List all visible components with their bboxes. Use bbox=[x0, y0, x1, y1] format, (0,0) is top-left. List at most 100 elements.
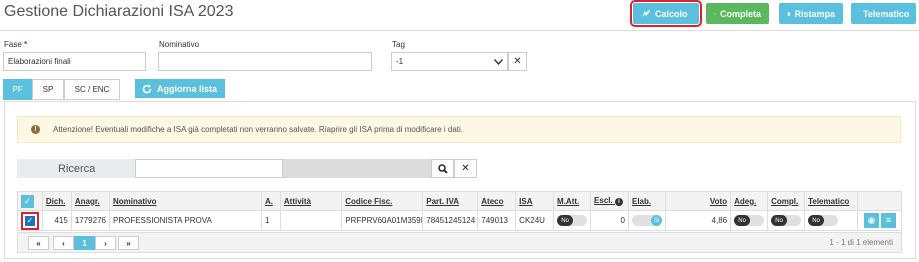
col-m-att[interactable]: M.Att. bbox=[553, 191, 592, 211]
eye-icon: ◉ bbox=[867, 215, 876, 226]
col-a[interactable]: A. bbox=[260, 191, 281, 211]
col-part-iva[interactable]: Part. IVA bbox=[422, 191, 479, 211]
m-att-value: No bbox=[557, 215, 574, 227]
row-select-cell[interactable]: ✓ bbox=[17, 210, 43, 231]
select-all-header[interactable]: ✓ bbox=[17, 191, 43, 211]
row-checkbox[interactable]: ✓ bbox=[20, 211, 39, 230]
col-elab[interactable]: Elab. bbox=[628, 191, 666, 211]
col-ateco[interactable]: Ateco bbox=[477, 191, 517, 211]
exclamation-icon: ! bbox=[31, 125, 40, 134]
search-label: Ricerca bbox=[17, 159, 135, 178]
alert-text: Attenzione! Eventuali modifiche a ISA gi… bbox=[53, 125, 463, 134]
col-dich[interactable]: Dich. bbox=[41, 191, 72, 211]
select-all-checkbox[interactable]: ✓ bbox=[21, 194, 34, 208]
cell-codice-fisc: PRFPRV60A01M359I bbox=[341, 210, 424, 231]
next-page-button[interactable]: › bbox=[95, 236, 116, 250]
document-icon bbox=[787, 11, 791, 16]
nominativo-input[interactable] bbox=[158, 52, 372, 71]
pagination-info: 1 - 1 di 1 elementi bbox=[829, 238, 893, 247]
col-telematico[interactable]: Telematico bbox=[804, 191, 858, 211]
divider bbox=[0, 30, 919, 31]
cell-voto: 4,86 bbox=[664, 210, 732, 231]
calcolo-button[interactable]: Calcolo bbox=[630, 0, 702, 27]
search-field-secondary bbox=[283, 159, 431, 178]
tag-select[interactable]: -1 bbox=[391, 52, 508, 71]
ristampa-button[interactable]: Ristampa bbox=[779, 3, 843, 24]
search-input[interactable] bbox=[135, 159, 283, 178]
aggiorna-label: Aggiorna lista bbox=[157, 83, 218, 94]
search-icon bbox=[437, 163, 448, 174]
col-voto[interactable]: Voto bbox=[664, 191, 732, 211]
cell-adeg[interactable]: No bbox=[730, 210, 769, 231]
calculator-icon bbox=[642, 9, 650, 17]
cell-compl[interactable]: No bbox=[767, 210, 806, 231]
chevron-down-icon bbox=[494, 58, 503, 65]
col-isa[interactable]: ISA bbox=[515, 191, 555, 211]
warning-alert: ! Attenzione! Eventuali modifiche a ISA … bbox=[17, 116, 901, 143]
cell-m-att[interactable]: No bbox=[553, 210, 592, 231]
fase-label-wrap: Fase * bbox=[4, 40, 27, 49]
escl-label: Escl. bbox=[594, 196, 613, 205]
adeg-value: No bbox=[734, 215, 751, 227]
calcolo-label: Calcolo bbox=[655, 8, 688, 19]
col-attivita[interactable]: Attività bbox=[279, 191, 343, 211]
elab-toggle[interactable]: Si bbox=[632, 215, 662, 227]
current-page-button[interactable]: 1 bbox=[74, 236, 95, 250]
cell-escl: 0 bbox=[590, 210, 629, 231]
col-anagr[interactable]: Anagr. bbox=[70, 191, 110, 211]
cell-telematico[interactable]: No bbox=[804, 210, 858, 231]
tab-pf[interactable]: PF bbox=[3, 79, 32, 100]
info-icon: i bbox=[614, 198, 623, 206]
cell-attivita bbox=[279, 210, 343, 231]
col-actions bbox=[856, 191, 903, 211]
cell-elab[interactable]: Si bbox=[628, 210, 666, 231]
close-icon: ✕ bbox=[461, 163, 470, 174]
completa-label: Completa bbox=[719, 8, 761, 19]
check-icon bbox=[714, 12, 716, 15]
tab-sp[interactable]: SP bbox=[32, 79, 64, 100]
telematico-label: Telematico bbox=[863, 8, 910, 19]
tag-label: Tag bbox=[392, 40, 405, 49]
cell-a: 1 bbox=[260, 210, 281, 231]
col-compl[interactable]: Compl. bbox=[767, 191, 806, 211]
refresh-icon bbox=[142, 84, 152, 93]
fase-select[interactable]: Elaborazioni finali bbox=[3, 52, 146, 71]
cell-part-iva: 78451245124 bbox=[422, 210, 479, 231]
cell-anagr: 1779276 bbox=[70, 210, 110, 231]
view-button[interactable]: ◉ bbox=[864, 213, 879, 229]
table-row[interactable]: ✓ 415 1779276 PROFESSIONISTA PROVA 1 PRF… bbox=[17, 210, 903, 231]
tab-sc-enc[interactable]: SC / ENC bbox=[64, 79, 120, 100]
col-codice-fisc[interactable]: Codice Fisc. bbox=[341, 191, 424, 211]
telematico-button[interactable]: Telematico bbox=[851, 3, 916, 24]
menu-icon: ≡ bbox=[885, 215, 892, 226]
page-title: Gestione Dichiarazioni ISA 2023 bbox=[4, 3, 234, 20]
search-clear-button[interactable]: ✕ bbox=[454, 159, 477, 178]
elab-value: Si bbox=[651, 215, 662, 227]
required-mark: * bbox=[24, 40, 28, 49]
compl-value: No bbox=[771, 215, 788, 227]
m-att-toggle[interactable]: No bbox=[557, 215, 588, 227]
fase-label: Fase bbox=[4, 40, 22, 49]
menu-button[interactable]: ≡ bbox=[881, 212, 896, 228]
cell-actions: ◉ ≡ bbox=[856, 210, 903, 231]
search-button[interactable] bbox=[431, 159, 454, 178]
cell-ateco: 749013 bbox=[477, 210, 517, 231]
tag-clear-button[interactable]: ✕ bbox=[508, 52, 527, 71]
compl-toggle[interactable]: No bbox=[771, 215, 802, 227]
search-bar: Ricerca ✕ bbox=[17, 159, 477, 178]
telematico-value: No bbox=[808, 215, 825, 227]
col-adeg[interactable]: Adeg. bbox=[730, 191, 769, 211]
completa-button[interactable]: Completa bbox=[706, 3, 769, 24]
last-page-button[interactable]: » bbox=[118, 236, 139, 250]
cell-isa: CK24U bbox=[515, 210, 555, 231]
aggiorna-lista-button[interactable]: Aggiorna lista bbox=[135, 79, 225, 98]
col-nominativo[interactable]: Nominativo bbox=[108, 191, 262, 211]
fase-value: Elaborazioni finali bbox=[8, 57, 71, 66]
table-header-row: ✓ Dich. Anagr. Nominativo A. Attività Co… bbox=[17, 191, 903, 211]
first-page-button[interactable]: « bbox=[28, 236, 49, 250]
adeg-toggle[interactable]: No bbox=[734, 215, 765, 227]
telematico-toggle[interactable]: No bbox=[808, 215, 839, 227]
cell-dich: 415 bbox=[41, 210, 72, 231]
col-escl[interactable]: Escl. i bbox=[590, 191, 629, 211]
prev-page-button[interactable]: ‹ bbox=[53, 236, 74, 250]
